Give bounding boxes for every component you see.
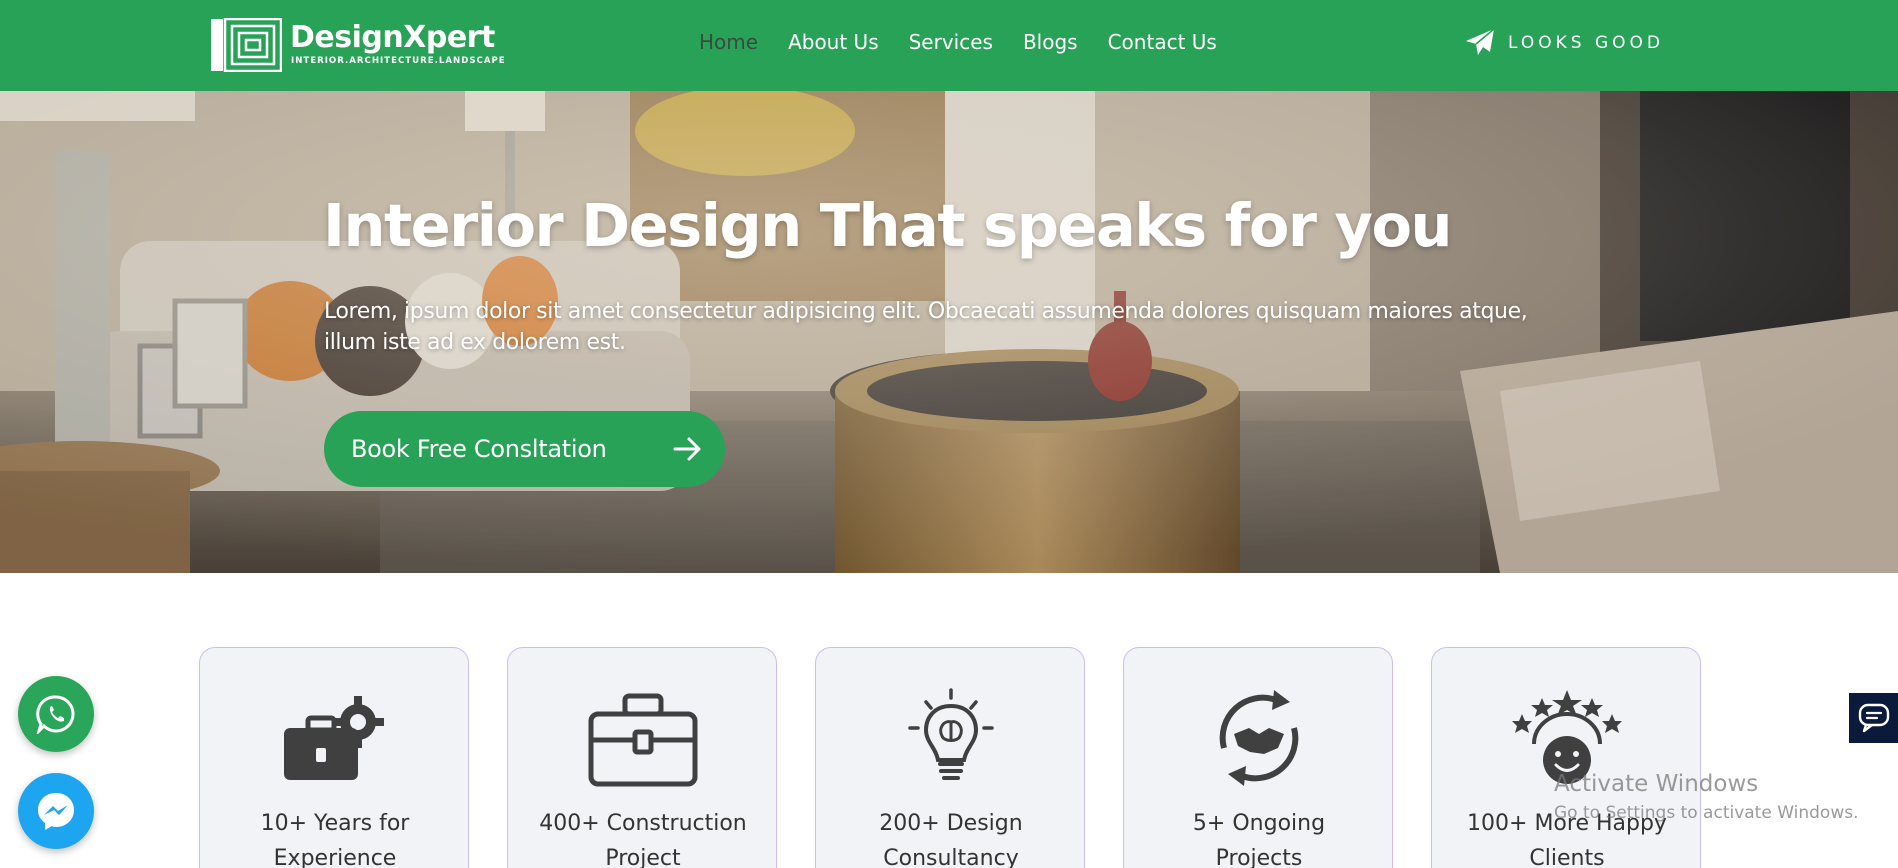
paper-plane-icon <box>1466 28 1495 55</box>
messenger-button[interactable] <box>18 773 94 849</box>
hero-title: Interior Design That speaks for you <box>323 191 1453 260</box>
stat-card-ongoing: 5+ Ongoing Projects <box>1123 647 1393 868</box>
chat-icon <box>1858 703 1890 733</box>
stat-label: 200+ Design Consultancy <box>879 811 1023 868</box>
lightbulb-brain-icon <box>908 688 994 780</box>
hero-section: Interior Design That speaks for you Lore… <box>0 91 1898 573</box>
looks-good-label: LOOKS GOOD <box>1508 33 1664 53</box>
watermark-title: Activate Windows <box>1554 771 1759 797</box>
hero-description: Lorem, ipsum dolor sit amet consectetur … <box>324 299 1528 355</box>
arrow-right-icon <box>673 437 701 461</box>
nav-blogs[interactable]: Blogs <box>1023 28 1078 58</box>
chat-widget-button[interactable] <box>1849 693 1898 743</box>
main-nav: Home About Us Services Blogs Contact Us <box>699 28 1247 58</box>
nav-about-us[interactable]: About Us <box>788 28 879 58</box>
brand-name: DesignXpert <box>290 20 495 55</box>
messenger-icon <box>38 793 74 830</box>
logo-mark-icon <box>211 18 282 72</box>
looks-good-link[interactable]: LOOKS GOOD <box>1464 26 1664 60</box>
brand-tagline: INTERIOR.ARCHITECTURE.LANDSCAPE <box>291 56 506 66</box>
book-consultation-button[interactable]: Book Free Consltation <box>324 411 725 487</box>
stat-card-design: 200+ Design Consultancy <box>815 647 1085 868</box>
stat-label: 5+ Ongoing Projects <box>1192 811 1326 868</box>
stat-card-construction: 400+ Construction Project <box>507 647 777 868</box>
briefcase-gear-icon <box>284 696 384 780</box>
watermark-subtitle: Go to Settings to activate Windows. <box>1554 803 1859 823</box>
brand-logo[interactable]: DesignXpert INTERIOR.ARCHITECTURE.LANDSC… <box>210 18 505 72</box>
book-consultation-label: Book Free Consltation <box>351 435 607 463</box>
stat-card-clients: 100+ More Happy Clients <box>1431 647 1701 868</box>
whatsapp-icon <box>36 695 75 734</box>
stat-label: 400+ Construction Project <box>539 811 747 868</box>
nav-home[interactable]: Home <box>699 28 758 58</box>
handshake-cycle-icon <box>1219 690 1299 786</box>
stat-card-experience: 10+ Years for Experience <box>199 647 469 868</box>
nav-contact-us[interactable]: Contact Us <box>1108 28 1217 58</box>
stat-label: 10+ Years for Experience <box>260 811 410 868</box>
briefcase-icon <box>588 693 698 787</box>
top-navbar: DesignXpert INTERIOR.ARCHITECTURE.LANDSC… <box>0 0 1898 91</box>
nav-services[interactable]: Services <box>909 28 993 58</box>
whatsapp-button[interactable] <box>18 676 94 752</box>
windows-activation-watermark: Activate Windows Go to Settings to activ… <box>1554 771 1859 823</box>
